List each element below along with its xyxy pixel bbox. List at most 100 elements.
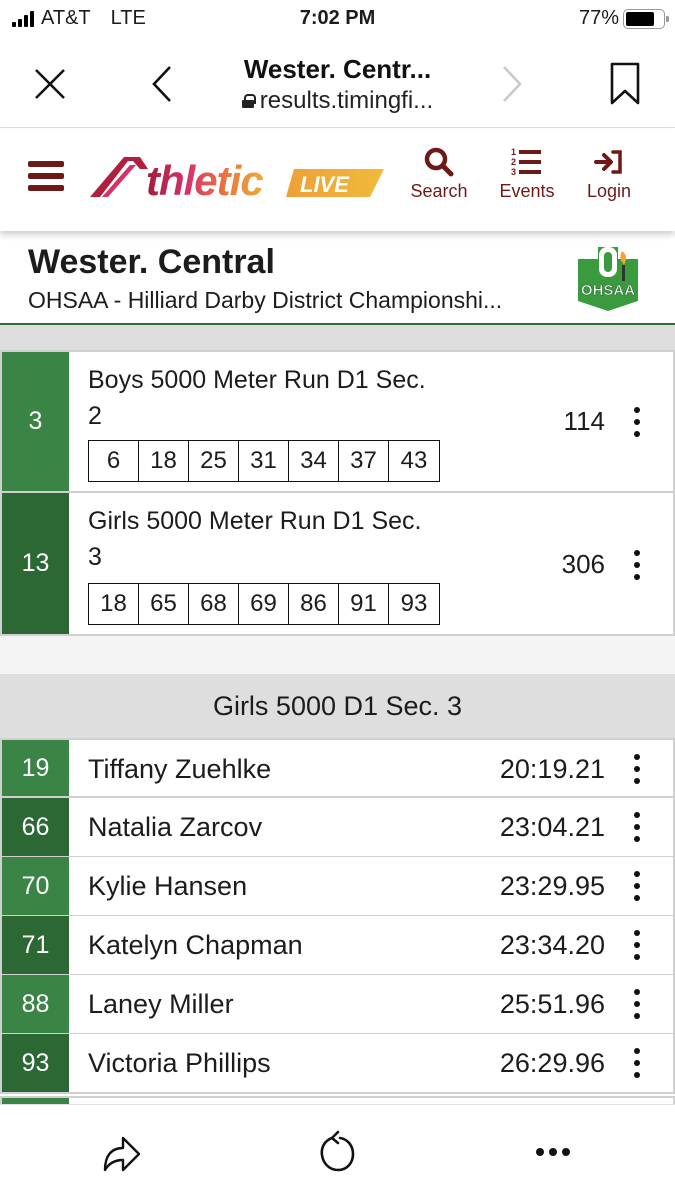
ohsaa-logo: OHSAA bbox=[578, 247, 638, 311]
athlete-time: 23:29.95 bbox=[499, 871, 605, 901]
athlete-row[interactable]: 19 Tiffany Zuehlke 20:19.21 bbox=[0, 738, 675, 798]
clock: 7:02 PM bbox=[299, 7, 376, 29]
login-icon bbox=[594, 150, 622, 174]
athlete-row-partial bbox=[0, 1096, 675, 1104]
athlete-place: 93 bbox=[2, 1034, 69, 1092]
scorer-place: 37 bbox=[339, 441, 389, 481]
more-options-icon[interactable] bbox=[627, 1048, 647, 1078]
nav-search-label: Search bbox=[410, 181, 468, 201]
athlete-time: 25:51.96 bbox=[499, 989, 605, 1019]
scorer-place: 86 bbox=[289, 584, 339, 624]
athlete-time: 26:29.96 bbox=[499, 1048, 605, 1078]
bookmark-button[interactable] bbox=[603, 62, 647, 106]
more-options-icon[interactable] bbox=[627, 871, 647, 901]
share-icon bbox=[103, 1136, 141, 1172]
svg-text:3: 3 bbox=[511, 167, 516, 177]
nav-events-label: Events bbox=[499, 181, 555, 201]
athlete-time: 23:34.20 bbox=[499, 930, 605, 960]
team-title: Wester. Central bbox=[28, 243, 275, 281]
site-header: thletic LIVE Search 1 2 3 Events Login bbox=[0, 129, 675, 231]
scorer-place: 34 bbox=[289, 441, 339, 481]
more-options-icon[interactable] bbox=[627, 812, 647, 842]
scorer-place: 69 bbox=[239, 584, 289, 624]
team-place: 3 bbox=[2, 352, 69, 491]
athlete-name: Victoria Phillips bbox=[88, 1048, 271, 1078]
nav-events[interactable]: 1 2 3 Events bbox=[487, 147, 567, 202]
scorer-places: 6 18 25 31 34 37 43 bbox=[88, 440, 440, 482]
bookmark-icon bbox=[610, 62, 640, 105]
meet-header: Wester. Central OHSAA - Hilliard Darby D… bbox=[0, 231, 675, 325]
status-bar: AT&T LTE 7:02 PM 77% bbox=[0, 0, 675, 40]
svg-text:1: 1 bbox=[511, 147, 516, 157]
more-button[interactable] bbox=[528, 1127, 578, 1177]
athlete-place: 88 bbox=[2, 975, 69, 1033]
battery-icon bbox=[623, 8, 669, 29]
team-place: 13 bbox=[2, 493, 69, 634]
athlete-time: 23:04.21 bbox=[499, 812, 605, 842]
scorer-place: 93 bbox=[400, 590, 428, 617]
team-points: 306 bbox=[561, 549, 605, 579]
athlete-row[interactable]: 70 Kylie Hansen 23:29.95 bbox=[0, 857, 675, 917]
athlete-place: 66 bbox=[2, 798, 69, 856]
athletic-live-logo[interactable]: thletic LIVE bbox=[88, 153, 384, 203]
search-icon bbox=[424, 147, 454, 177]
chevron-left-icon bbox=[152, 66, 171, 102]
url-text: results.timingfi... bbox=[259, 87, 434, 114]
meet-subtitle[interactable]: OHSAA - Hilliard Darby District Champion… bbox=[28, 287, 502, 314]
svg-text:2: 2 bbox=[511, 157, 516, 167]
reload-button[interactable] bbox=[313, 1127, 363, 1177]
forward-button[interactable] bbox=[490, 62, 534, 106]
athlete-name: Kylie Hansen bbox=[88, 871, 248, 901]
section-spacer bbox=[0, 636, 675, 674]
athlete-row[interactable]: 88 Laney Miller 25:51.96 bbox=[0, 975, 675, 1035]
lock-icon bbox=[241, 94, 256, 108]
scorer-place: 18 bbox=[139, 441, 189, 481]
athlete-place: 70 bbox=[2, 857, 69, 915]
athlete-row[interactable]: 93 Victoria Phillips 26:29.96 bbox=[0, 1034, 675, 1094]
browser-toolbar: Wester. Centr... results.timingfi... bbox=[0, 40, 675, 128]
nav-search[interactable]: Search bbox=[399, 147, 479, 202]
logo-a-mark bbox=[90, 157, 148, 197]
team-event-name: Boys 5000 Meter Run D1 Sec. 2 bbox=[88, 366, 426, 430]
nav-login[interactable]: Login bbox=[569, 147, 649, 202]
athlete-row[interactable]: 66 Natalia Zarcov 23:04.21 bbox=[0, 798, 675, 858]
logo-badge-text: LIVE bbox=[300, 172, 350, 197]
more-options-icon[interactable] bbox=[627, 930, 647, 960]
athlete-name: Laney Miller bbox=[88, 989, 234, 1019]
menu-button[interactable] bbox=[28, 161, 64, 191]
numbered-list-icon: 1 2 3 bbox=[511, 147, 541, 177]
more-options-icon[interactable] bbox=[627, 550, 647, 580]
browser-page-title: Wester. Centr... bbox=[243, 54, 432, 84]
team-score-row[interactable]: 3 Boys 5000 Meter Run D1 Sec. 2 6 18 25 … bbox=[0, 350, 675, 493]
athlete-row[interactable]: 71 Katelyn Chapman 23:34.20 bbox=[0, 916, 675, 976]
close-button[interactable] bbox=[28, 62, 72, 106]
browser-bottom-toolbar bbox=[0, 1104, 675, 1200]
chevron-right-icon bbox=[503, 66, 522, 102]
athlete-name: Tiffany Zuehlke bbox=[88, 754, 272, 784]
team-event-name: Girls 5000 Meter Run D1 Sec. 3 bbox=[88, 507, 422, 571]
url-display[interactable]: results.timingfi... bbox=[190, 87, 485, 115]
scorer-place: 18 bbox=[89, 584, 139, 624]
scorer-place: 68 bbox=[189, 584, 239, 624]
athlete-time: 20:19.21 bbox=[499, 754, 605, 784]
more-options-icon[interactable] bbox=[627, 407, 647, 437]
back-button[interactable] bbox=[140, 62, 184, 106]
more-icon bbox=[536, 1148, 570, 1156]
battery-percent: 77% bbox=[578, 7, 619, 29]
ohsaa-logo-text: OHSAA bbox=[581, 282, 635, 299]
more-options-icon[interactable] bbox=[627, 754, 647, 784]
page-title-area[interactable]: Wester. Centr... results.timingfi... bbox=[190, 54, 485, 115]
close-icon bbox=[35, 69, 65, 99]
team-score-row[interactable]: 13 Girls 5000 Meter Run D1 Sec. 3 18 65 … bbox=[0, 491, 675, 636]
scorer-place: 65 bbox=[139, 584, 189, 624]
athlete-place: 71 bbox=[2, 916, 69, 974]
athlete-place: 19 bbox=[2, 740, 69, 796]
reload-icon bbox=[320, 1130, 355, 1172]
scorer-place: 43 bbox=[400, 447, 428, 474]
girls-event-header: Girls 5000 D1 Sec. 3 bbox=[0, 674, 675, 738]
scorer-place: 31 bbox=[239, 441, 289, 481]
more-options-icon[interactable] bbox=[627, 989, 647, 1019]
athlete-name: Natalia Zarcov bbox=[88, 812, 263, 842]
share-button[interactable] bbox=[98, 1127, 148, 1177]
team-points: 114 bbox=[563, 406, 605, 436]
